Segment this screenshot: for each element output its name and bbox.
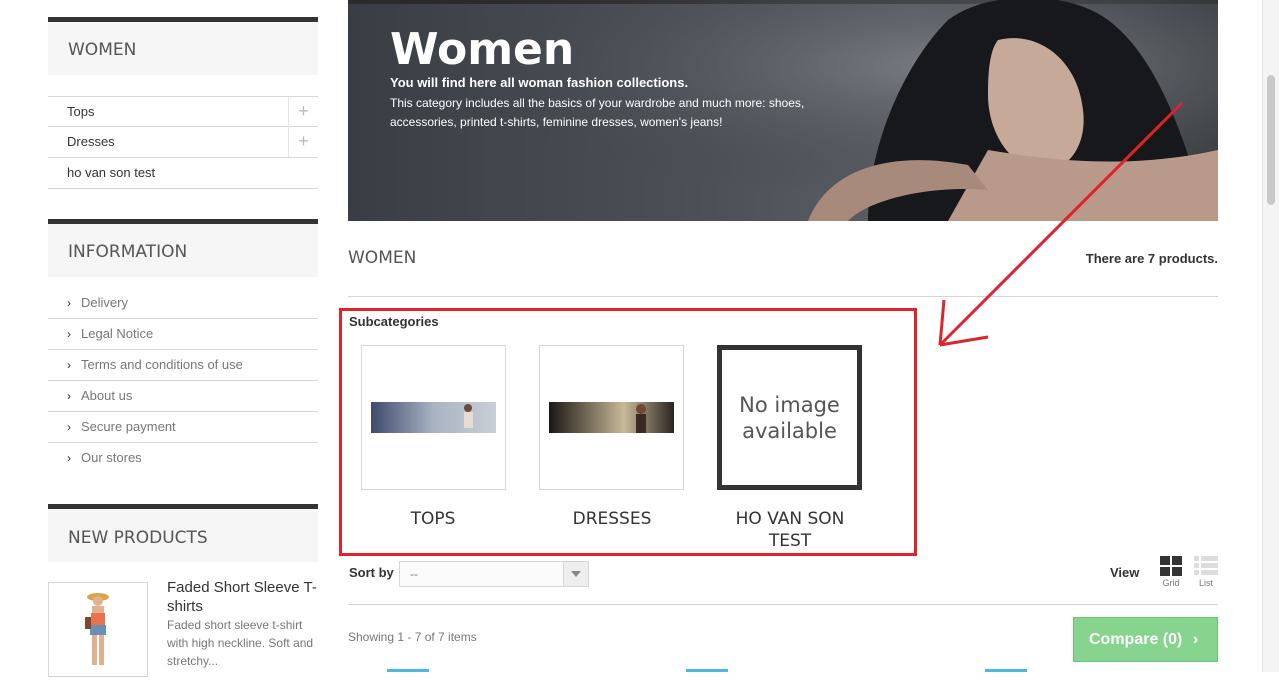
sidebar-item-ho-van-son-test[interactable]: ho van son test xyxy=(48,158,318,189)
info-link-secure-payment[interactable]: › Secure payment xyxy=(48,412,318,443)
showing-items-text: Showing 1 - 7 of 7 items xyxy=(348,630,477,644)
banner-description: This category includes all the basics of… xyxy=(390,96,805,129)
page-scrollbar[interactable] xyxy=(1262,0,1279,672)
chevron-right-icon: › xyxy=(67,358,71,372)
list-label: List xyxy=(1198,578,1213,588)
grid-icon xyxy=(1160,556,1182,576)
list-icon xyxy=(1194,556,1218,575)
sidebar-item-label: Tops xyxy=(67,104,95,119)
chevron-right-icon: › xyxy=(67,327,71,341)
compare-button[interactable]: Compare (0) › xyxy=(1073,617,1218,662)
chevron-right-icon: › xyxy=(67,296,71,310)
info-link-about-us[interactable]: › About us xyxy=(48,381,318,412)
divider xyxy=(348,604,1218,605)
new-products-title[interactable]: NEW PRODUCTS xyxy=(48,504,318,562)
sort-label: Sort by xyxy=(349,565,394,580)
new-product-name[interactable]: Faded Short Sleeve T-shirts xyxy=(167,578,317,616)
new-product-description: Faded short sleeve t-shirt with high nec… xyxy=(167,618,314,668)
info-link-label: Delivery xyxy=(81,295,128,310)
chevron-right-icon: › xyxy=(67,420,71,434)
highlight-box xyxy=(339,308,917,556)
scrollbar-thumb[interactable] xyxy=(1267,75,1275,205)
info-link-label: About us xyxy=(81,388,133,403)
banner-title: Women xyxy=(390,24,575,75)
product-figure-icon xyxy=(85,593,109,665)
chevron-down-icon[interactable] xyxy=(563,562,588,586)
view-grid-button[interactable]: Grid xyxy=(1158,556,1184,588)
banner-subtitle: You will find here all woman fashion col… xyxy=(390,75,689,90)
view-label: View xyxy=(1110,565,1140,580)
chevron-right-icon: › xyxy=(67,389,71,403)
chevron-right-icon: › xyxy=(1192,631,1199,648)
info-link-label: Terms and conditions of use xyxy=(81,357,243,372)
chevron-right-icon: › xyxy=(67,451,71,465)
view-list-button[interactable]: List xyxy=(1193,556,1219,588)
sort-select[interactable]: -- xyxy=(399,561,589,587)
sort-selected-value: -- xyxy=(410,567,418,581)
info-link-terms[interactable]: › Terms and conditions of use xyxy=(48,350,318,381)
red-arrow-icon xyxy=(938,101,1184,347)
compare-label: Compare (0) xyxy=(1089,631,1183,648)
sidebar-item-dresses[interactable]: Dresses + xyxy=(48,127,318,158)
info-link-label: Secure payment xyxy=(81,419,176,434)
info-link-label: Legal Notice xyxy=(81,326,154,341)
new-product-image[interactable] xyxy=(48,582,148,677)
info-link-label: Our stores xyxy=(81,450,142,465)
information-title[interactable]: INFORMATION xyxy=(48,219,318,277)
info-link-delivery[interactable]: › Delivery xyxy=(48,288,318,319)
page-title: WOMEN xyxy=(348,248,417,268)
grid-label: Grid xyxy=(1162,578,1180,588)
expand-plus-icon[interactable]: + xyxy=(288,127,318,157)
sidebar-item-label: ho van son test xyxy=(67,165,156,180)
expand-plus-icon[interactable]: + xyxy=(288,97,318,127)
categories-title[interactable]: WOMEN xyxy=(48,17,318,75)
sidebar-item-label: Dresses xyxy=(67,134,115,149)
info-link-our-stores[interactable]: › Our stores xyxy=(48,443,318,474)
sidebar-item-tops[interactable]: Tops + xyxy=(48,96,318,127)
info-link-legal-notice[interactable]: › Legal Notice xyxy=(48,319,318,350)
